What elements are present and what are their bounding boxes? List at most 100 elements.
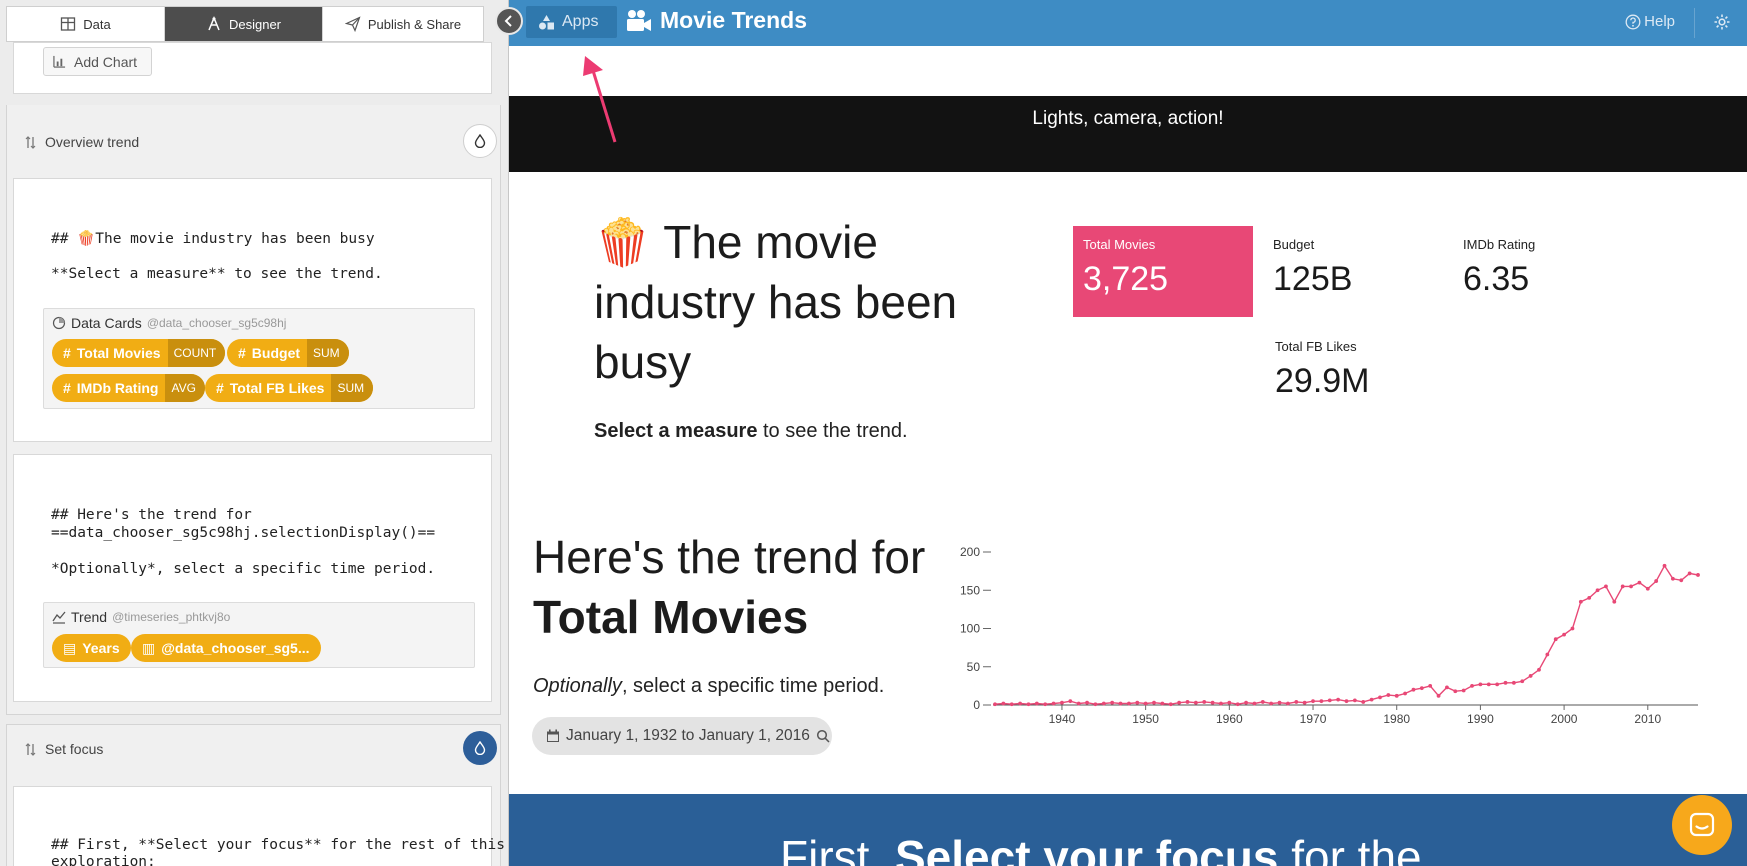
data-point [1018,701,1023,706]
binding-id: @data_chooser_sg5c98hj [146,316,287,330]
data-point [1654,579,1659,583]
chat-button[interactable] [1672,795,1732,855]
binding-title: Data Cards @data_chooser_sg5c98hj [52,315,286,331]
data-point [1604,584,1608,589]
pill-total-fb-likes[interactable]: # Total FB Likes SUM [205,374,374,402]
hash-icon: # [238,345,246,361]
data-point [1043,702,1048,707]
data-point [1486,682,1491,687]
data-point [1219,701,1223,706]
trend-chart[interactable]: 0 50 100 150 200 1940 1950 1960 1970 1980 1990 2000… [950,535,1710,730]
date-range-text: January 1, 1932 to January 1, 2016 [566,727,810,744]
tab-publish-label: Publish & Share [367,16,462,32]
pill-years[interactable]: ▤ Years [52,634,131,662]
style-button-active[interactable] [463,731,497,765]
pill-name: Total FB Likes [229,380,325,396]
metric-card-imdb-rating[interactable]: IMDb Rating 6.35 [1463,237,1535,299]
data-point [1034,701,1039,706]
trend-binding[interactable]: Trend @timeseries_phtkvj8o ▤ Years ▥ @data… [43,602,475,668]
pill-data-chooser[interactable]: ▥ @data_chooser_sg5... [131,634,321,662]
markdown-line: ## Here's the trend for [51,507,252,523]
data-point [1478,682,1483,687]
data-point [1419,686,1424,691]
metric-label: Total Movies [1083,237,1156,252]
data-point [1428,683,1433,688]
data-point [993,702,997,707]
markdown-line: ==data_chooser_sg5c98hj.selectionDisplay… [51,525,436,541]
data-point [1352,698,1357,703]
section-title: Set focus [45,741,104,757]
data-point [1319,699,1324,704]
x-tick-label: 1980 [1383,712,1410,726]
section-header[interactable]: Set focus [25,741,103,757]
header-separator [1694,8,1695,38]
annotation-arrow [583,56,617,143]
data-point [1645,586,1650,591]
data-point [1001,701,1006,706]
apps-label: Apps [562,13,599,30]
metric-label: Budget [1273,237,1315,252]
data-point [1629,584,1633,589]
metric-card-total-movies[interactable]: Total Movies 3,725 [1073,226,1253,317]
data-point [1085,700,1089,705]
y-tick-label: 50 [967,660,981,674]
metric-label: Total FB Likes [1275,339,1357,354]
series-line [994,564,1699,705]
hash-icon: # [63,345,71,361]
data-point [1394,693,1399,698]
metric-card-total-fb-likes[interactable]: Total FB Likes 29.9M [1275,339,1370,401]
pill-name: IMDb Rating [76,380,159,396]
data-point [1269,701,1274,706]
collapse-panel-button[interactable] [495,7,523,35]
data-point [1453,689,1458,694]
data-point [1553,637,1558,642]
metric-card-budget[interactable]: Budget 125B [1273,237,1352,299]
data-point [1168,702,1173,707]
pill-total-movies[interactable]: # Total Movies COUNT [52,339,226,367]
data-cards-binding[interactable]: Data Cards @data_chooser_sg5c98hj # Total… [43,308,475,409]
add-chart-button[interactable]: Add Chart [43,47,152,76]
gear-icon[interactable] [1713,13,1731,31]
tab-designer[interactable]: Designer [165,7,323,41]
date-range-filter[interactable]: January 1, 1932 to January 1, 2016 [532,717,832,755]
markdown-line: exploration: [51,854,156,866]
sort-icon [25,135,36,149]
data-point [1511,680,1516,685]
binding-id: @timeseries_phtkvj8o [112,610,231,624]
data-point [1060,700,1064,705]
sort-icon [25,742,36,756]
data-point [1461,688,1466,693]
trend-title: Here's the trend for Total Movies [533,527,953,647]
data-point [1311,699,1315,704]
overview-subtitle: Select a measure to see the trend. [594,420,908,443]
help-label: Help [1644,13,1675,30]
data-point [1118,701,1123,706]
section-header[interactable]: Overview trend [25,134,139,150]
pill-name: @data_chooser_sg5... [161,640,310,656]
data-point [1185,700,1190,704]
data-point [1143,701,1148,706]
focus-bold: Select your focus [894,831,1279,866]
hash-icon: # [63,380,71,396]
data-point [1696,573,1700,577]
tab-data-label: Data [83,16,111,32]
y-tick-label: 0 [973,698,980,712]
tab-publish[interactable]: Publish & Share [323,7,483,41]
data-point [1227,700,1232,705]
pill-name: Budget [251,345,301,361]
app-header: Apps Movie Trends Help [509,0,1747,46]
section-title: Overview trend [45,134,140,150]
app-title: Movie Trends [626,7,807,34]
data-point [1595,588,1600,593]
line-chart-icon [52,611,66,624]
hash-icon: # [216,380,224,396]
tab-data[interactable]: Data [7,7,165,41]
pill-budget[interactable]: # Budget SUM [227,339,349,367]
pill-imdb-rating[interactable]: # IMDb Rating AVG [52,374,205,402]
trend-subtitle: Optionally, select a specific time perio… [533,675,884,698]
help-link[interactable]: Help [1625,13,1675,30]
designer-panel: Data Designer Publish & Share Add Chart … [0,0,508,866]
banner: Lights, camera, action! [509,96,1747,172]
style-button[interactable] [463,124,497,158]
apps-button[interactable]: Apps [526,6,617,38]
